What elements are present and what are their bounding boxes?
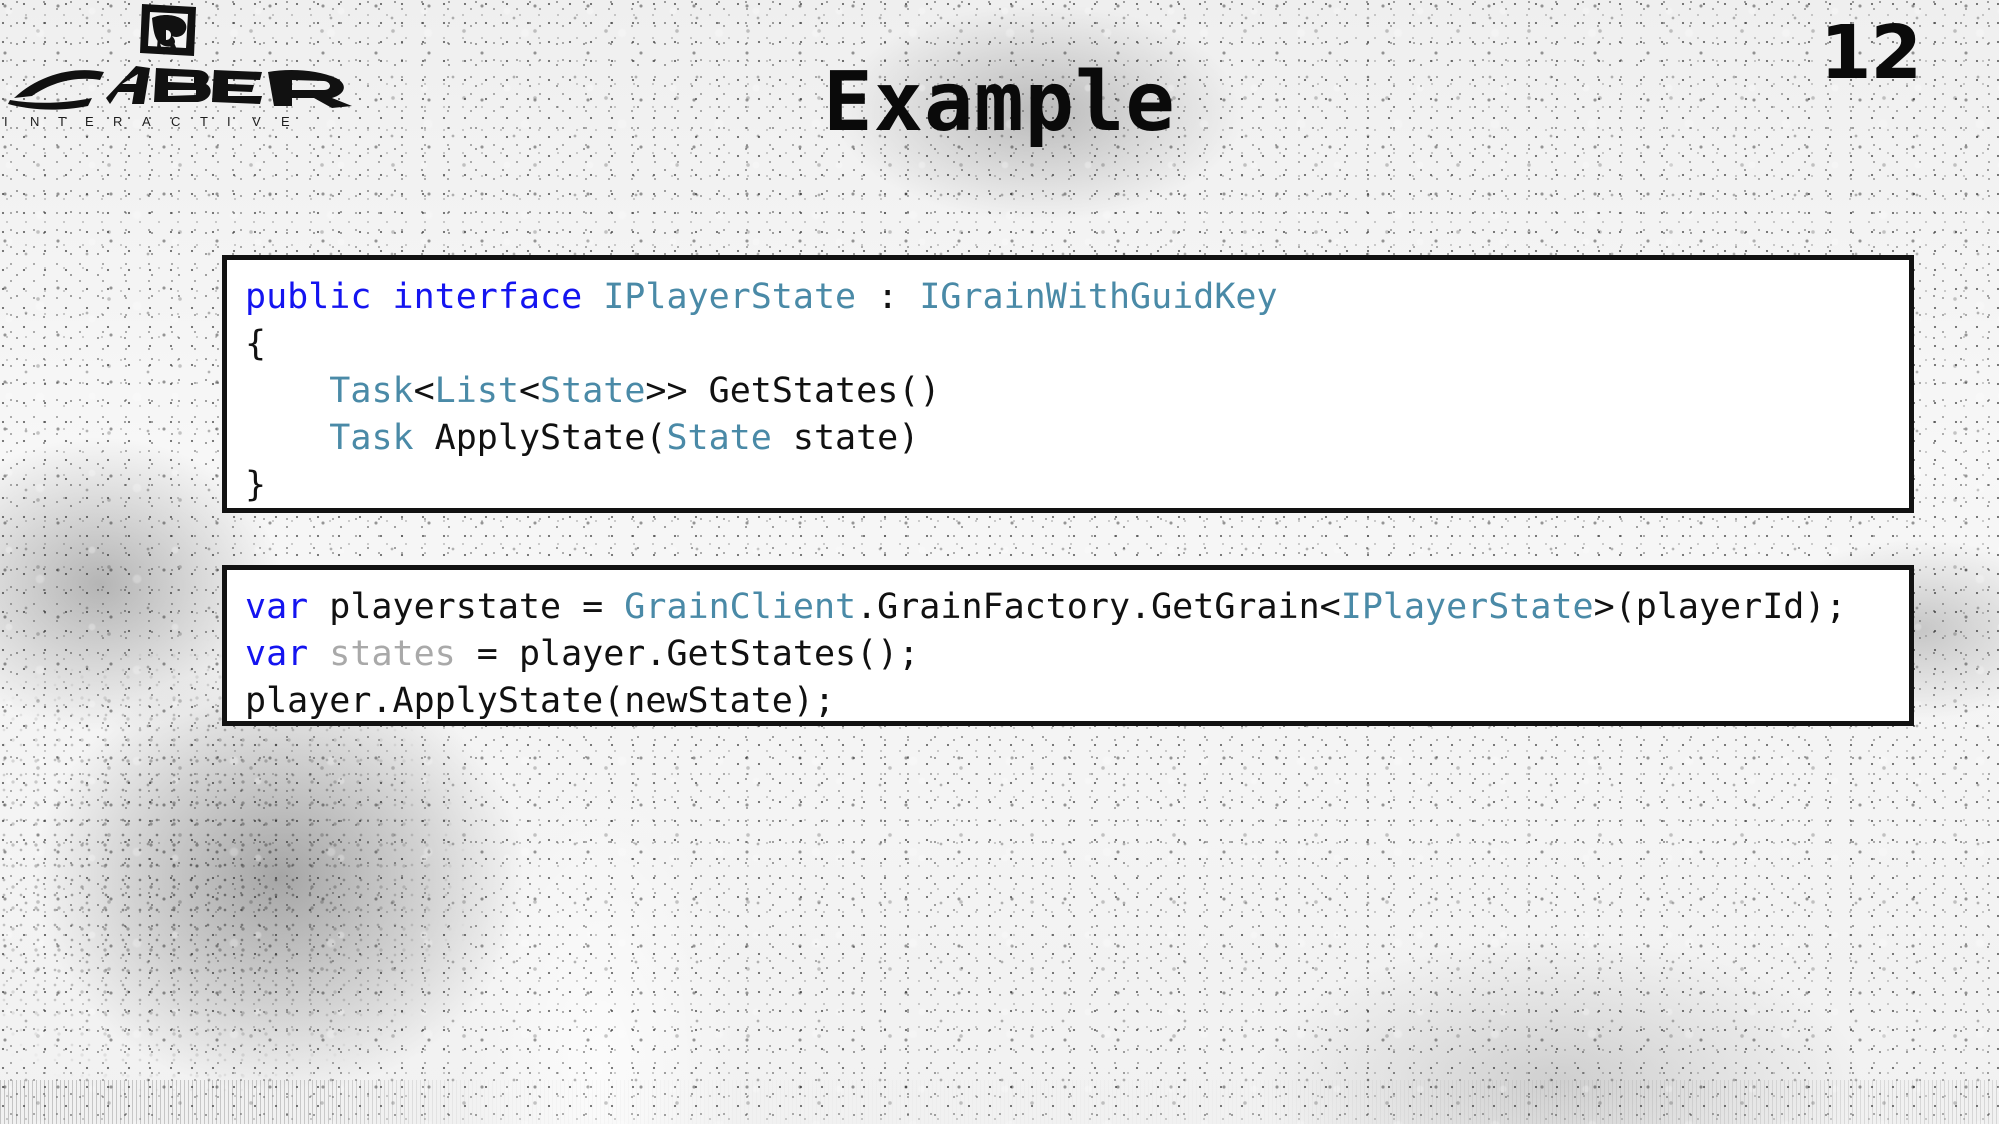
slide-background-texture <box>0 0 1999 1124</box>
code-token: public interface <box>245 277 604 317</box>
page-title: Example <box>823 55 1176 150</box>
code-token: < <box>413 371 435 411</box>
code-token: >(playerId); <box>1593 587 1847 627</box>
saber-tooth-tiger-icon <box>140 4 196 56</box>
code-token: GrainClient <box>624 587 857 627</box>
code-token: player.ApplyState(newState); <box>245 681 836 721</box>
code-block-client-usage: var playerstate = GrainClient.GrainFacto… <box>222 565 1914 726</box>
code-token: var <box>245 634 309 674</box>
code-token: .GrainFactory.GetGrain< <box>856 587 1341 627</box>
code-line: } <box>245 462 1909 508</box>
code-token: states <box>329 634 456 674</box>
code-token: Task <box>329 371 414 411</box>
code-token: >> GetStates() <box>645 371 941 411</box>
code-token: state) <box>771 418 920 458</box>
code-token: ApplyState( <box>413 418 667 458</box>
code-token: var <box>245 587 309 627</box>
code-line: Task<List<State>> GetStates() <box>245 368 1909 415</box>
code-token: Task <box>329 418 414 458</box>
slide-number: 12 <box>1820 10 1922 96</box>
code-line: Task ApplyState(State state) <box>245 415 1909 462</box>
code-line: public interface IPlayerState : IGrainWi… <box>245 274 1909 321</box>
code-token: playerstate = <box>308 587 625 627</box>
code-token: } <box>245 465 267 505</box>
code-token: = player.GetStates(); <box>455 634 920 674</box>
code-token: List <box>434 371 519 411</box>
code-token: < <box>518 371 541 411</box>
code-token: IPlayerState <box>1340 587 1594 627</box>
presentation-slide: INT ERA CTI VE Example 12 public interfa… <box>0 0 1999 1124</box>
code-token: { <box>245 324 267 364</box>
code-line: { <box>245 321 1909 368</box>
code-token: IPlayerState <box>603 277 857 317</box>
code-token: State <box>666 418 772 458</box>
code-token: IGrainWithGuidKey <box>919 277 1278 317</box>
code-token: State <box>540 371 646 411</box>
code-line: var states = player.GetStates(); <box>245 631 1909 678</box>
code-token: : <box>856 277 920 317</box>
code-line: player.ApplyState(newState); <box>245 678 1909 721</box>
code-block-interface-declaration: public interface IPlayerState : IGrainWi… <box>222 255 1914 513</box>
code-line: var playerstate = GrainClient.GrainFacto… <box>245 584 1909 631</box>
